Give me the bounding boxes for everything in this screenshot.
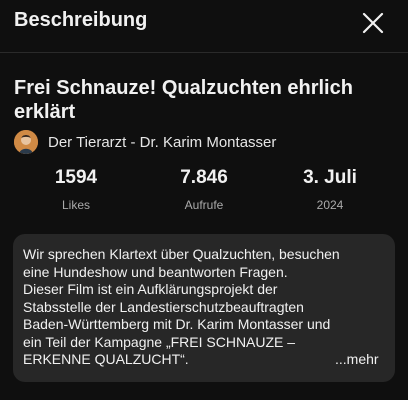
channel-name[interactable]: Der Tierarzt - Dr. Karim Montasser	[48, 134, 276, 151]
publish-date: 3. Juli	[303, 167, 357, 188]
channel-row[interactable]: Der Tierarzt - Dr. Karim Montasser	[14, 129, 276, 155]
likes-count: 1594	[54, 167, 98, 188]
views-label: Aufrufe	[184, 198, 224, 212]
header-divider	[0, 52, 408, 53]
close-icon	[362, 12, 384, 34]
description-text: Wir sprechen Klartext über Qualzuchten, …	[23, 246, 383, 369]
video-title-line-2: erklärt	[14, 101, 76, 123]
channel-avatar-icon	[14, 130, 38, 154]
description-line: ERKENNE QUALZUCHT“.	[23, 351, 189, 367]
video-title-line-1: Frei Schnauze! Qualzuchten ehrlich	[14, 77, 353, 99]
stat-views: 7.846 Aufrufe	[144, 166, 264, 212]
publish-year: 2024	[316, 198, 344, 212]
header-title: Beschreibung	[14, 9, 148, 31]
video-title: Frei Schnauze! Qualzuchten ehrlich erklä…	[14, 76, 386, 124]
views-count: 7.846	[180, 167, 228, 188]
description-line: Dieser Film ist ein Aufklärungsprojekt d…	[23, 281, 278, 297]
stat-date: 3. Juli 2024	[270, 166, 390, 212]
description-box[interactable]: Wir sprechen Klartext über Qualzuchten, …	[13, 234, 395, 382]
close-button[interactable]	[358, 8, 388, 38]
description-line: Wir sprechen Klartext über Qualzuchten, …	[23, 246, 340, 262]
description-line: eine Hundeshow und beantworten Fragen.	[23, 263, 288, 280]
stats-row: 1594 Likes 7.846 Aufrufe 3. Juli 2024	[0, 166, 408, 216]
likes-label: Likes	[61, 198, 90, 212]
description-header: Beschreibung	[0, 0, 408, 48]
description-line: Baden-Württemberg mit Dr. Karim Montasse…	[23, 316, 331, 332]
stat-likes: 1594 Likes	[16, 166, 136, 212]
more-button[interactable]: ...mehr	[335, 351, 379, 367]
description-line: Stabsstelle der Landestierschutzbeauftra…	[23, 298, 304, 315]
description-line: ein Teil der Kampagne „FREI SCHNAUZE –	[23, 333, 296, 350]
avatar[interactable]	[14, 130, 38, 154]
